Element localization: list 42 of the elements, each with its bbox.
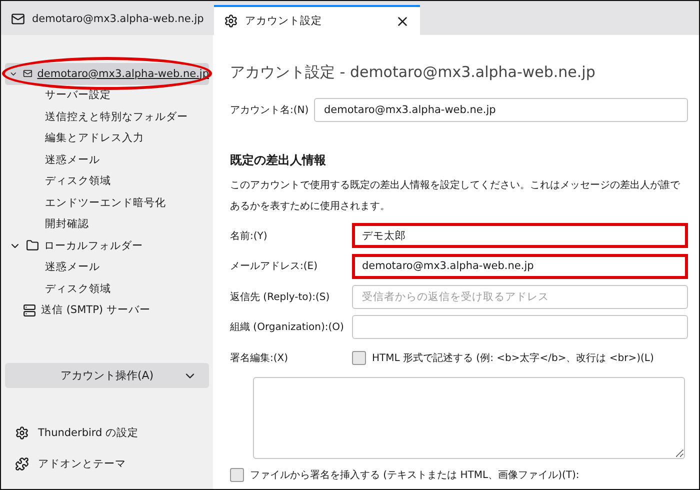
- field-label: 返信先 (Reply-to):(S): [230, 290, 331, 304]
- tree-item[interactable]: 編集とアドレス入力: [5, 128, 209, 149]
- tree-item[interactable]: 迷惑メール: [5, 149, 209, 170]
- page-title: アカウント設定 - demotaro@mx3.alpha-web.ne.jp: [230, 63, 596, 82]
- input-field[interactable]: 受信者からの返信を受け取るアドレス: [352, 284, 688, 309]
- envelope-icon: [11, 12, 25, 26]
- tree-item[interactable]: 送信 (SMTP) サーバー: [5, 300, 209, 321]
- settings-icon: [15, 426, 29, 440]
- field-label: 名前:(Y): [230, 230, 268, 243]
- tab[interactable]: アカウント設定: [214, 5, 420, 35]
- footer-link[interactable]: アドオンとテーマ: [11, 454, 209, 475]
- account-actions-button[interactable]: アカウント操作(A): [5, 363, 209, 388]
- input-field[interactable]: demotaro@mx3.alpha-web.ne.jp: [314, 98, 688, 122]
- section-heading: 既定の差出人情報: [230, 152, 327, 168]
- tree-item[interactable]: 開封確認: [5, 214, 209, 235]
- tree-item[interactable]: ローカルフォルダー: [5, 235, 209, 256]
- tree-item[interactable]: ディスク領域: [5, 278, 209, 300]
- settings-icon: [224, 14, 238, 28]
- signature-textarea[interactable]: [253, 377, 685, 459]
- field-label: 組織 (Organization):(O): [230, 320, 345, 334]
- server-icon: [23, 304, 36, 317]
- field-label: メールアドレス:(E): [230, 260, 318, 274]
- tree-item[interactable]: ディスク領域: [5, 170, 209, 192]
- footer-link[interactable]: Thunderbird の設定: [11, 422, 209, 444]
- tree-item[interactable]: 迷惑メール: [5, 256, 209, 278]
- input-field[interactable]: demotaro@mx3.alpha-web.ne.jp: [352, 254, 688, 279]
- input-field[interactable]: デモ太郎: [352, 223, 688, 248]
- field-label: アカウント名:(N): [230, 104, 310, 118]
- tree-item[interactable]: demotaro@mx3.alpha-web.ne.jp: [5, 63, 209, 84]
- folder-icon: [26, 239, 39, 252]
- checkbox[interactable]: [352, 350, 366, 365]
- tree-item[interactable]: エンドツーエンド暗号化: [5, 192, 209, 214]
- checkbox[interactable]: [230, 468, 244, 482]
- input-field[interactable]: [352, 315, 688, 340]
- tab[interactable]: demotaro@mx3.alpha-web.ne.jp: [1, 1, 214, 35]
- tree-item[interactable]: 送信控えと特別なフォルダー: [5, 106, 209, 128]
- tree-item[interactable]: サーバー設定: [5, 84, 209, 106]
- checkbox-label: ファイルから署名を挿入する (テキストまたは HTML、画像ファイル)(T):: [250, 468, 580, 482]
- puzzle-icon: [15, 457, 29, 472]
- checkbox-label: HTML 形式で記述する (例: <b>太字</b>、改行は <br>)(L): [372, 352, 654, 365]
- field-label: 署名編集:(X): [230, 352, 290, 365]
- section-description: このアカウントで使用する既定の差出人情報を設定してください。これはメッセージの差出人が誰であるかを表すために使用されます。: [230, 178, 681, 214]
